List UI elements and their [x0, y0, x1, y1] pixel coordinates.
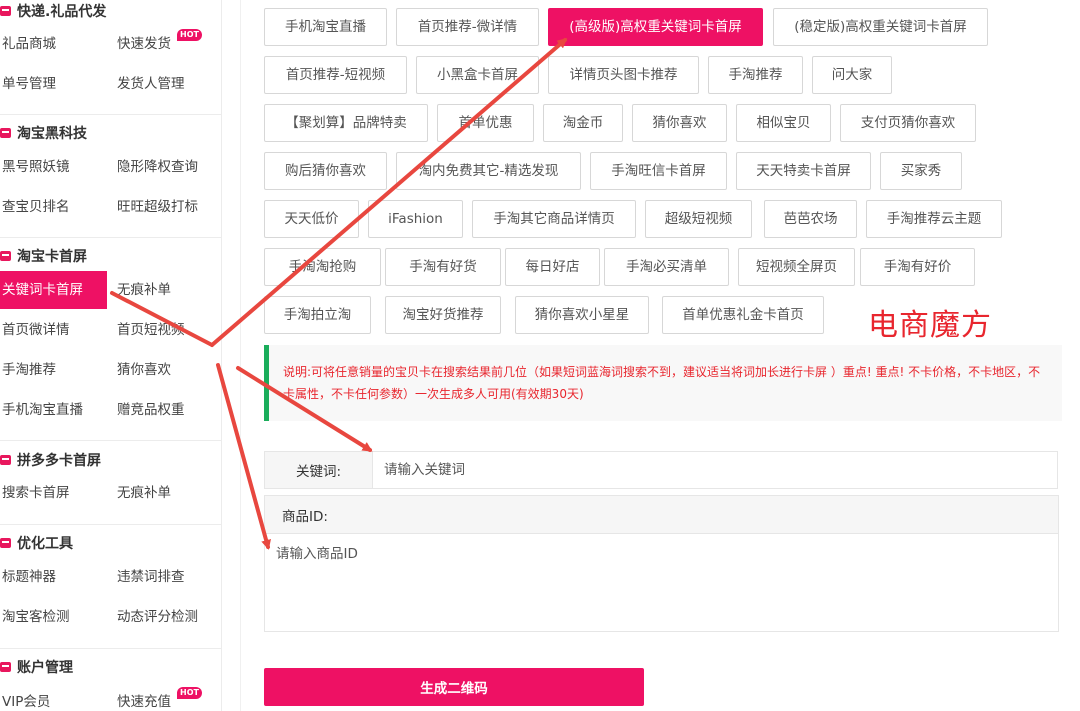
- section-icon: [0, 6, 11, 16]
- divider: [0, 114, 222, 115]
- tag-first-order-discount[interactable]: 首单优惠: [437, 104, 534, 142]
- sidebar-item-fast-ship[interactable]: 快速发货: [117, 25, 171, 63]
- tag-tao-flash-sale[interactable]: 手淘淘抢购: [264, 248, 381, 286]
- tag-detail-head-image[interactable]: 详情页头图卡推荐: [548, 56, 699, 94]
- sidebar-item-rank-check[interactable]: 查宝贝排名: [2, 188, 70, 226]
- divider: [0, 440, 222, 441]
- tag-taojinbi[interactable]: 淘金币: [543, 104, 623, 142]
- sidebar-item-home-short-video[interactable]: 首页短视频: [117, 311, 185, 349]
- tag-daily-low-price[interactable]: 天天低价: [264, 200, 359, 238]
- section-icon: [0, 538, 11, 548]
- tag-mobile-live[interactable]: 手机淘宝直播: [264, 8, 387, 46]
- tag-taobao-good-recommend[interactable]: 淘宝好货推荐: [385, 296, 501, 334]
- product-id-input[interactable]: [264, 533, 1059, 632]
- tag-buyer-show[interactable]: 买家秀: [880, 152, 962, 190]
- sidebar-item-banned-words[interactable]: 违禁词排查: [117, 558, 185, 596]
- tag-after-purchase-guess[interactable]: 购后猜你喜欢: [264, 152, 387, 190]
- tag-black-box[interactable]: 小黑盒卡首屏: [416, 56, 539, 94]
- tag-similar-items[interactable]: 相似宝贝: [736, 104, 831, 142]
- tag-guess-you-like[interactable]: 猜你喜欢: [632, 104, 727, 142]
- tag-payment-guess[interactable]: 支付页猜你喜欢: [840, 104, 976, 142]
- tag-pailitao[interactable]: 手淘拍立淘: [264, 296, 371, 334]
- sidebar-item-wangwang-tag[interactable]: 旺旺超级打标: [117, 188, 198, 226]
- keyword-input[interactable]: [373, 451, 1058, 489]
- divider: [0, 648, 222, 649]
- tag-ifashion[interactable]: iFashion: [368, 200, 463, 238]
- generate-qrcode-button[interactable]: 生成二维码: [264, 668, 644, 706]
- product-id-label: 商品ID:: [264, 495, 1059, 533]
- tag-stable-keyword-first-screen[interactable]: (稳定版)高权重关键词卡首屏: [773, 8, 988, 46]
- tag-guess-little-star[interactable]: 猜你喜欢小星星: [515, 296, 649, 334]
- tag-wangxin-first-screen[interactable]: 手淘旺信卡首屏: [590, 152, 727, 190]
- sidebar-item-tracking-numbers[interactable]: 单号管理: [2, 65, 56, 103]
- notice-text: 说明:可将任意销量的宝贝卡在搜索结果前几位（如果短词蓝海词搜索不到，建议适当将词…: [283, 365, 1041, 401]
- section-title-taobao-first-screen: 淘宝卡首屏: [0, 245, 87, 267]
- sidebar-item-home-micro-detail[interactable]: 首页微详情: [2, 311, 70, 349]
- tag-hand-recommend[interactable]: 手淘推荐: [708, 56, 803, 94]
- sidebar-item-title-tool[interactable]: 标题神器: [2, 558, 56, 596]
- tag-must-buy-list[interactable]: 手淘必买清单: [604, 248, 729, 286]
- sidebar: 快递.礼品代发 礼品商城 快速发货 HOT 单号管理 发货人管理 淘宝黑科技 黑…: [0, 0, 222, 711]
- notice-box: 说明:可将任意销量的宝贝卡在搜索结果前几位（如果短词蓝海词搜索不到，建议适当将词…: [264, 345, 1062, 421]
- sidebar-item-account-check[interactable]: 黑号照妖镜: [2, 148, 70, 186]
- tag-ask-everyone[interactable]: 问大家: [812, 56, 892, 94]
- sidebar-item-search-first-screen[interactable]: 搜索卡首屏: [2, 474, 70, 512]
- sidebar-item-competitor-weight[interactable]: 赠竞品权重: [117, 391, 185, 429]
- sidebar-item-gift-mall[interactable]: 礼品商城: [2, 25, 56, 63]
- section-title-pdd-first-screen: 拼多多卡首屏: [0, 449, 101, 471]
- divider: [0, 524, 222, 525]
- sidebar-item-trackless-order[interactable]: 无痕补单: [117, 271, 171, 309]
- tag-short-video-fullscreen[interactable]: 短视频全屏页: [738, 248, 855, 286]
- sidebar-item-mobile-live[interactable]: 手机淘宝直播: [2, 391, 83, 429]
- tag-daily-special-first-screen[interactable]: 天天特卖卡首屏: [736, 152, 871, 190]
- section-icon: [0, 662, 11, 672]
- divider: [240, 0, 241, 711]
- tag-first-order-gift-home[interactable]: 首单优惠礼金卡首页: [662, 296, 824, 334]
- section-title-account: 账户管理: [0, 656, 73, 678]
- keyword-label: 关键词:: [264, 451, 373, 489]
- section-icon: [0, 455, 11, 465]
- tag-super-short-video[interactable]: 超级短视频: [645, 200, 752, 238]
- hot-badge: HOT: [177, 29, 202, 41]
- tag-home-short-video[interactable]: 首页推荐-短视频: [264, 56, 407, 94]
- tag-recommend-cloud-theme[interactable]: 手淘推荐云主题: [866, 200, 1002, 238]
- sidebar-item-demotion-query[interactable]: 隐形降权查询: [117, 148, 198, 186]
- hot-badge: HOT: [177, 687, 202, 699]
- section-title-optimize-tools: 优化工具: [0, 532, 73, 554]
- section-icon: [0, 128, 11, 138]
- section-icon: [0, 251, 11, 261]
- tag-free-featured-discover[interactable]: 淘内免费其它-精选发现: [396, 152, 581, 190]
- tag-good-goods[interactable]: 手淘有好货: [385, 248, 501, 286]
- sidebar-item-vip[interactable]: VIP会员: [2, 683, 50, 711]
- section-title-black-tech: 淘宝黑科技: [0, 122, 87, 144]
- sidebar-item-sender-manage[interactable]: 发货人管理: [117, 65, 185, 103]
- tag-juhuasuan[interactable]: 【聚划算】品牌特卖: [264, 104, 428, 142]
- watermark: 电商魔方: [868, 308, 992, 343]
- tag-home-micro-detail[interactable]: 首页推荐-微详情: [396, 8, 539, 46]
- tag-baba-farm[interactable]: 芭芭农场: [764, 200, 857, 238]
- sidebar-item-dsr-check[interactable]: 动态评分检测: [117, 598, 198, 636]
- section-title-express: 快递.礼品代发: [0, 0, 106, 22]
- sidebar-item-guess-you-like[interactable]: 猜你喜欢: [117, 351, 171, 389]
- tag-good-price[interactable]: 手淘有好价: [860, 248, 975, 286]
- sidebar-item-pdd-trackless-order[interactable]: 无痕补单: [117, 474, 171, 512]
- tag-other-product-detail[interactable]: 手淘其它商品详情页: [472, 200, 636, 238]
- sidebar-item-taoke-check[interactable]: 淘宝客检测: [2, 598, 70, 636]
- sidebar-item-keyword-first-screen[interactable]: 关键词卡首屏: [0, 271, 107, 309]
- sidebar-item-recharge[interactable]: 快速充值: [117, 683, 171, 711]
- sidebar-item-hand-recommend[interactable]: 手淘推荐: [2, 351, 56, 389]
- tag-daily-good-shop[interactable]: 每日好店: [505, 248, 600, 286]
- arrow-to-product-id: [216, 363, 271, 550]
- divider: [0, 237, 222, 238]
- tag-advanced-keyword-first-screen[interactable]: (高级版)高权重关键词卡首屏: [548, 8, 763, 46]
